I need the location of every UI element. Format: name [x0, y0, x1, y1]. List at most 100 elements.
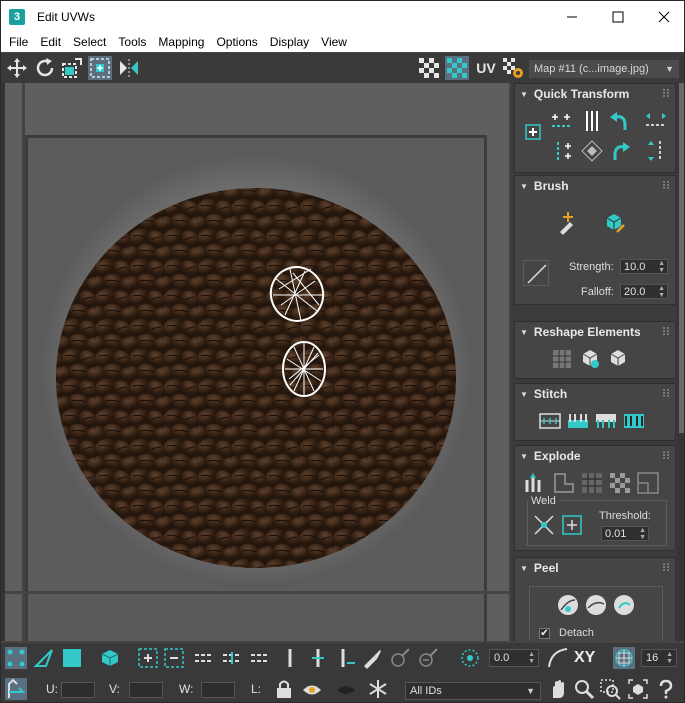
move-button[interactable]: [5, 56, 29, 80]
stitch-average-button[interactable]: [593, 408, 619, 434]
menu-options[interactable]: Options: [210, 32, 263, 52]
show-selection-button[interactable]: [335, 678, 357, 700]
rotate-button[interactable]: [33, 56, 57, 80]
pivot-button[interactable]: [521, 120, 547, 146]
relax-settings-button[interactable]: [605, 346, 631, 372]
menu-display[interactable]: Display: [264, 32, 315, 52]
straighten-button[interactable]: [579, 138, 605, 164]
scale-button[interactable]: [60, 56, 84, 80]
minimize-button[interactable]: [549, 1, 595, 32]
stitch-header[interactable]: ▼ Stitch: [515, 384, 675, 404]
explode-to-elements-button[interactable]: [523, 470, 549, 496]
count-spinner[interactable]: 16 ▲ ▼: [641, 649, 677, 667]
drag-grip-icon: [663, 389, 669, 397]
absolute-relative-button[interactable]: [5, 678, 27, 700]
paint-select-button[interactable]: [361, 647, 383, 669]
quick-transform-header[interactable]: ▼ Quick Transform: [515, 84, 675, 104]
stitch-to-target-button[interactable]: [621, 408, 647, 434]
paint-move-button[interactable]: [555, 210, 581, 236]
loop-shrink-button[interactable]: [249, 647, 271, 669]
mirror-button[interactable]: [117, 56, 141, 80]
maximize-button[interactable]: [595, 1, 641, 32]
texture-dropdown[interactable]: Map #11 (c...image.jpg) ▼: [529, 60, 679, 78]
threshold-spinner[interactable]: 0.01 ▲ ▼: [601, 526, 649, 541]
tools-panel-scrollbar[interactable]: [677, 83, 684, 641]
grid-snap-button[interactable]: [613, 647, 635, 669]
checker-teal-button[interactable]: [445, 56, 469, 80]
relax-brush-button[interactable]: [601, 210, 627, 236]
align-horizontal-button[interactable]: [549, 108, 575, 134]
align-vertical-2-button[interactable]: [549, 138, 575, 164]
stitch-to-source-button[interactable]: [565, 408, 591, 434]
edge-mode-button[interactable]: [33, 647, 55, 669]
frame-selected-button[interactable]: [627, 678, 649, 700]
peel-header[interactable]: ▼ Peel: [515, 558, 675, 578]
rotate-ccw-button[interactable]: [607, 108, 633, 134]
w-field[interactable]: [201, 682, 235, 698]
detach-checkbox[interactable]: ✔: [539, 628, 550, 639]
grow-selection-button[interactable]: [137, 647, 159, 669]
paint-grow-button[interactable]: [389, 647, 411, 669]
lock-selection-button[interactable]: [273, 678, 295, 700]
space-vertical-button[interactable]: [643, 138, 669, 164]
loop-selection-button[interactable]: [193, 647, 215, 669]
help-button[interactable]: [655, 678, 677, 700]
freeze-button[interactable]: [367, 678, 389, 700]
reset-peel-button[interactable]: [611, 592, 637, 618]
menu-view[interactable]: View: [315, 32, 353, 52]
soft-selection-button[interactable]: [459, 647, 481, 669]
shrink-selection-button[interactable]: [163, 647, 185, 669]
angle-spinner[interactable]: 0.0 ▲ ▼: [489, 649, 539, 667]
explode-by-material-button[interactable]: [579, 470, 605, 496]
zoom-region-button[interactable]: [599, 678, 621, 700]
explode-seams-button[interactable]: [635, 470, 661, 496]
falloff-spinner[interactable]: 20.0 ▲ ▼: [620, 284, 668, 299]
peel-mode-button[interactable]: [583, 592, 609, 618]
xy-space-button[interactable]: XY: [574, 649, 595, 667]
straighten-selection-button[interactable]: [549, 346, 575, 372]
close-button[interactable]: [641, 1, 684, 32]
space-horizontal-button[interactable]: [643, 108, 669, 134]
rotate-cw-button[interactable]: [607, 138, 633, 164]
zoom-button[interactable]: [573, 678, 595, 700]
v-field[interactable]: [129, 682, 163, 698]
quick-peel-button[interactable]: [555, 592, 581, 618]
ring-shrink-button[interactable]: [335, 647, 357, 669]
texture-settings-button[interactable]: [501, 56, 525, 80]
menu-tools[interactable]: Tools: [112, 32, 152, 52]
loop-grow-button[interactable]: [221, 647, 243, 669]
spinner-arrows-icon: ▲ ▼: [666, 651, 673, 665]
scrollbar-thumb[interactable]: [679, 83, 684, 433]
stitch-custom-button[interactable]: [537, 408, 563, 434]
explode-header[interactable]: ▼ Explode: [515, 446, 675, 466]
pan-button[interactable]: [547, 678, 569, 700]
uv-viewport[interactable]: [5, 83, 509, 641]
hide-selection-button[interactable]: [301, 678, 323, 700]
explode-checker-button[interactable]: [607, 470, 633, 496]
align-vertical-button[interactable]: [579, 108, 605, 134]
falloff-curve-button[interactable]: [523, 260, 549, 286]
paint-shrink-button[interactable]: [417, 647, 439, 669]
brush-header[interactable]: ▼ Brush: [515, 176, 675, 196]
menu-edit[interactable]: Edit: [34, 32, 67, 52]
element-mode-button[interactable]: [99, 647, 121, 669]
ring-grow-button[interactable]: [307, 647, 329, 669]
weld-target-button[interactable]: [559, 512, 585, 538]
menu-file[interactable]: File: [3, 32, 34, 52]
material-ids-dropdown[interactable]: All IDs ▼: [405, 682, 541, 700]
checker-pattern-button[interactable]: [417, 56, 441, 80]
falloff-type-button[interactable]: [547, 647, 569, 669]
menu-mapping[interactable]: Mapping: [152, 32, 210, 52]
menu-select[interactable]: Select: [67, 32, 112, 52]
ring-selection-button[interactable]: [279, 647, 301, 669]
strength-spinner[interactable]: 10.0 ▲ ▼: [620, 259, 668, 274]
vertex-mode-button[interactable]: [5, 647, 27, 669]
u-field[interactable]: [61, 682, 95, 698]
relax-button[interactable]: [577, 346, 603, 372]
uv-toggle-button[interactable]: UV: [474, 56, 498, 80]
weld-selected-button[interactable]: [531, 512, 557, 538]
reshape-elements-header[interactable]: ▼ Reshape Elements: [515, 322, 675, 342]
explode-by-smoothing-button[interactable]: [551, 470, 577, 496]
face-mode-button[interactable]: [61, 647, 83, 669]
freeform-button[interactable]: [88, 56, 112, 80]
